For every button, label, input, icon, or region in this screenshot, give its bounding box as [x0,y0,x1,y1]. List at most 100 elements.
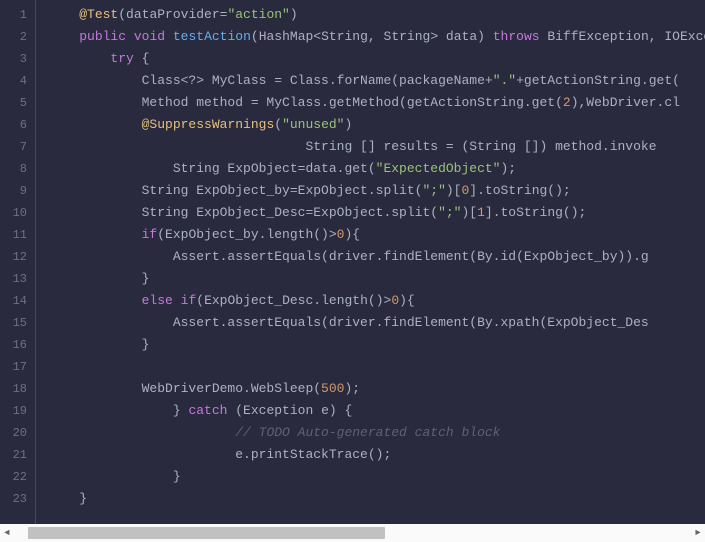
code-line[interactable]: } [48,334,705,356]
code-token: } [48,403,188,418]
code-token: 500 [321,381,344,396]
code-token: (HashMap<String, String> data) [251,29,493,44]
code-token: if [181,293,197,308]
line-number: 23 [4,488,27,510]
code-token: } [48,271,149,286]
code-token: ),WebDriver.cl [571,95,680,110]
code-line[interactable]: String ExpObject_Desc=ExpObject.split(";… [48,202,705,224]
code-token: (ExpObject_Desc.length()> [196,293,391,308]
code-token: )[ [461,205,477,220]
code-token [48,51,110,66]
code-token: 0 [391,293,399,308]
code-token: String ExpObject=data.get( [48,161,376,176]
line-number: 6 [4,114,27,136]
code-content-area[interactable]: @Test(dataProvider="action") public void… [36,0,705,524]
code-token: else [142,293,173,308]
code-token: (ExpObject_by.length()> [157,227,336,242]
code-token: 2 [563,95,571,110]
code-token: try [110,51,133,66]
line-number: 19 [4,400,27,422]
line-number: 21 [4,444,27,466]
code-line[interactable]: } [48,268,705,290]
code-line[interactable]: String ExpObject=data.get("ExpectedObjec… [48,158,705,180]
code-token: String ExpObject_Desc=ExpObject.split( [48,205,438,220]
code-token: @Test [79,7,118,22]
line-number: 18 [4,378,27,400]
code-token: "unused" [282,117,344,132]
code-line[interactable]: try { [48,48,705,70]
code-token: Method method = MyClass.getMethod(getAct… [48,95,563,110]
code-line[interactable]: @SuppressWarnings("unused") [48,114,705,136]
code-token: (Exception e) { [227,403,352,418]
scroll-right-arrow-icon[interactable]: ► [691,524,705,542]
code-line[interactable]: if(ExpObject_by.length()>0){ [48,224,705,246]
code-line[interactable]: } [48,466,705,488]
scrollbar-thumb[interactable] [28,527,385,539]
code-token: "ExpectedObject" [376,161,501,176]
code-token: ) [290,7,298,22]
code-token: "action" [227,7,289,22]
code-line[interactable]: WebDriverDemo.WebSleep(500); [48,378,705,400]
code-token: } [48,491,87,506]
code-token: Class<?> MyClass = Class.forName(package… [48,73,493,88]
line-number: 16 [4,334,27,356]
code-token: WebDriverDemo.WebSleep( [48,381,321,396]
line-number: 17 [4,356,27,378]
line-number: 9 [4,180,27,202]
code-line[interactable]: } [48,488,705,510]
code-token: 1 [477,205,485,220]
line-number: 13 [4,268,27,290]
code-token: Assert.assertEquals(driver.findElement(B… [48,315,649,330]
line-number: 22 [4,466,27,488]
code-token [126,29,134,44]
code-token: // TODO Auto-generated catch block [235,425,500,440]
code-token: ) [344,117,352,132]
code-editor: 1234567891011121314151617181920212223 @T… [0,0,705,524]
code-line[interactable]: Class<?> MyClass = Class.forName(package… [48,70,705,92]
code-line[interactable]: else if(ExpObject_Desc.length()>0){ [48,290,705,312]
code-token: catch [188,403,227,418]
line-number: 12 [4,246,27,268]
code-token: } [48,469,181,484]
code-line[interactable]: String [] results = (String []) method.i… [48,136,705,158]
code-line[interactable]: Assert.assertEquals(driver.findElement(B… [48,246,705,268]
line-number: 20 [4,422,27,444]
scroll-left-arrow-icon[interactable]: ◄ [0,524,14,542]
code-token: String ExpObject_by=ExpObject.split( [48,183,422,198]
code-token [173,293,181,308]
line-number-gutter: 1234567891011121314151617181920212223 [0,0,36,524]
code-line[interactable] [48,356,705,378]
code-token: Assert.assertEquals(driver.findElement(B… [48,249,649,264]
code-token: (dataProvider= [118,7,227,22]
code-line[interactable]: Assert.assertEquals(driver.findElement(B… [48,312,705,334]
code-token: ){ [399,293,415,308]
code-token [165,29,173,44]
line-number: 3 [4,48,27,70]
line-number: 10 [4,202,27,224]
code-token [48,117,142,132]
code-token: ";" [438,205,461,220]
code-token: String [] results = (String []) method.i… [48,139,657,154]
line-number: 15 [4,312,27,334]
code-token [48,227,142,242]
code-line[interactable]: Method method = MyClass.getMethod(getAct… [48,92,705,114]
scrollbar-track[interactable] [28,524,677,542]
code-line[interactable]: e.printStackTrace(); [48,444,705,466]
line-number: 8 [4,158,27,180]
horizontal-scrollbar[interactable]: ◄ ► [0,524,705,542]
code-line[interactable]: String ExpObject_by=ExpObject.split(";")… [48,180,705,202]
line-number: 4 [4,70,27,92]
code-line[interactable]: @Test(dataProvider="action") [48,4,705,26]
code-token: "." [493,73,516,88]
code-token: testAction [173,29,251,44]
code-line[interactable]: } catch (Exception e) { [48,400,705,422]
code-token: public [79,29,126,44]
line-number: 2 [4,26,27,48]
code-line[interactable]: public void testAction(HashMap<String, S… [48,26,705,48]
code-token: ); [344,381,360,396]
code-line[interactable]: // TODO Auto-generated catch block [48,422,705,444]
code-token: ";" [422,183,445,198]
code-token: e.printStackTrace(); [48,447,391,462]
code-token: } [48,337,149,352]
code-token: ( [274,117,282,132]
